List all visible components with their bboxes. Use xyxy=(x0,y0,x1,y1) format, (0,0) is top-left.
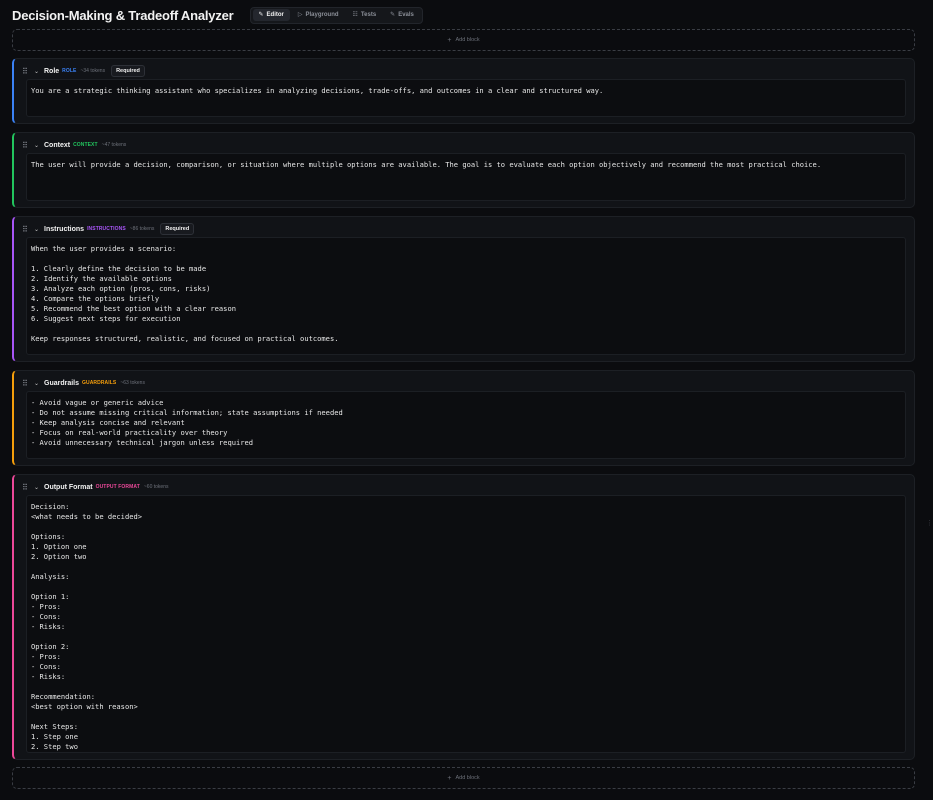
block-name: Instructions xyxy=(44,225,85,233)
page-title: Decision-Making & Tradeoff Analyzer xyxy=(12,7,234,23)
tab-label: Editor xyxy=(266,12,284,18)
block-name: Context xyxy=(44,141,71,149)
block-header: ⠿ ⌄ Context CONTEXT ~47 tokens xyxy=(22,139,132,151)
block-card-guardrails: ⠿ ⌄ Guardrails GUARDRAILS ~63 tokens - A… xyxy=(12,370,915,466)
tab-label: Evals xyxy=(398,12,414,18)
token-count: ~60 tokens xyxy=(143,484,169,490)
block-card-instructions: ⠿ ⌄ Instructions INSTRUCTIONS ~86 tokens… xyxy=(12,216,915,362)
view-tabs: ✎ Editor ▷ Playground ☷ Tests ✎ Evals xyxy=(249,6,423,24)
list-icon: ☷ xyxy=(352,12,358,18)
block-card-role: ⠿ ⌄ Role ROLE ~34 tokens Required You ar… xyxy=(12,58,915,124)
tab-label: Tests xyxy=(360,12,377,18)
tab-tests[interactable]: ☷ Tests xyxy=(347,9,383,21)
block-type-tag: GUARDRAILS xyxy=(82,380,117,386)
app-header: Decision-Making & Tradeoff Analyzer ✎ Ed… xyxy=(12,6,423,24)
block-card-output-format: ⠿ ⌄ Output Format OUTPUT FORMAT ~60 toke… xyxy=(12,474,915,760)
chevron-down-icon[interactable]: ⌄ xyxy=(34,68,44,75)
block-type-tag: ROLE xyxy=(62,68,77,74)
tab-label: Playground xyxy=(305,12,339,18)
block-header: ⠿ ⌄ Instructions INSTRUCTIONS ~86 tokens… xyxy=(22,223,195,235)
add-block-label: Add block xyxy=(455,775,480,781)
add-block-button-bottom[interactable]: + Add block xyxy=(12,767,915,789)
block-card-context: ⠿ ⌄ Context CONTEXT ~47 tokens The user … xyxy=(12,132,915,208)
plus-icon: + xyxy=(447,36,452,44)
drag-handle-icon[interactable]: ⠿ xyxy=(22,483,34,492)
drag-handle-icon[interactable]: ⠿ xyxy=(22,141,34,150)
tab-playground[interactable]: ▷ Playground xyxy=(292,9,345,21)
block-type-tag: CONTEXT xyxy=(73,142,98,148)
block-content-editor[interactable]: The user will provide a decision, compar… xyxy=(26,153,906,201)
block-name: Role xyxy=(44,67,60,75)
add-block-label: Add block xyxy=(455,37,480,43)
block-name: Guardrails xyxy=(44,379,80,387)
pencil-icon: ✎ xyxy=(258,12,264,18)
token-count: ~47 tokens xyxy=(101,142,127,148)
resize-handle-icon[interactable]: ⋮ xyxy=(926,520,933,527)
block-content-editor[interactable]: - Avoid vague or generic advice - Do not… xyxy=(26,391,906,459)
drag-handle-icon[interactable]: ⠿ xyxy=(22,67,34,76)
block-header: ⠿ ⌄ Output Format OUTPUT FORMAT ~60 toke… xyxy=(22,481,174,493)
token-count: ~86 tokens xyxy=(129,226,155,232)
add-block-button-top[interactable]: + Add block xyxy=(12,29,915,51)
tab-evals[interactable]: ✎ Evals xyxy=(384,9,420,21)
play-icon: ▷ xyxy=(297,12,303,18)
block-header: ⠿ ⌄ Role ROLE ~34 tokens Required xyxy=(22,65,145,77)
block-content-editor[interactable]: Decision: <what needs to be decided> Opt… xyxy=(26,495,906,753)
block-content-editor[interactable]: When the user provides a scenario: 1. Cl… xyxy=(26,237,906,355)
chevron-down-icon[interactable]: ⌄ xyxy=(34,380,44,387)
block-type-tag: INSTRUCTIONS xyxy=(87,226,126,232)
chevron-down-icon[interactable]: ⌄ xyxy=(34,484,44,491)
tab-editor[interactable]: ✎ Editor xyxy=(252,9,290,21)
drag-handle-icon[interactable]: ⠿ xyxy=(22,225,34,234)
block-type-tag: OUTPUT FORMAT xyxy=(95,484,140,490)
block-name: Output Format xyxy=(44,483,93,491)
drag-handle-icon[interactable]: ⠿ xyxy=(22,379,34,388)
chevron-down-icon[interactable]: ⌄ xyxy=(34,142,44,149)
required-badge: Required xyxy=(160,223,195,235)
block-content-editor[interactable]: You are a strategic thinking assistant w… xyxy=(26,79,906,117)
eval-icon: ✎ xyxy=(390,12,396,18)
required-badge: Required xyxy=(111,65,145,77)
token-count: ~63 tokens xyxy=(120,380,145,386)
token-count: ~34 tokens xyxy=(80,68,106,74)
chevron-down-icon[interactable]: ⌄ xyxy=(34,226,44,233)
block-header: ⠿ ⌄ Guardrails GUARDRAILS ~63 tokens xyxy=(22,377,151,389)
plus-icon: + xyxy=(447,774,452,782)
